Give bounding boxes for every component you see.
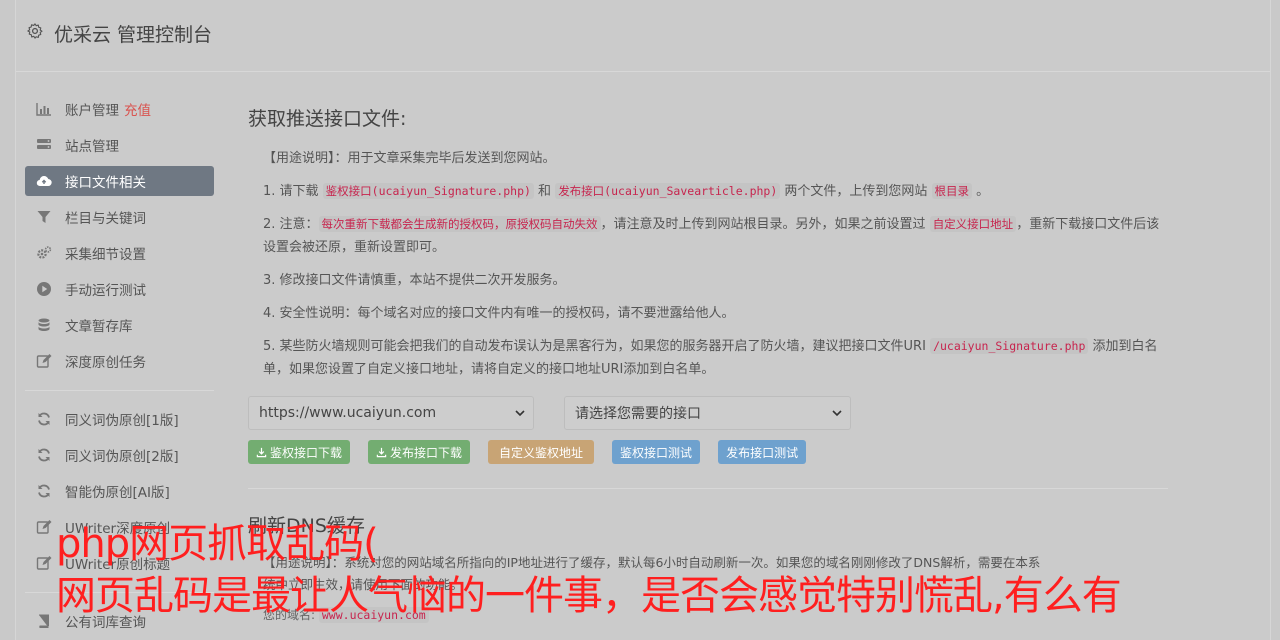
site-select[interactable]: https://www.ucaiyun.com	[248, 396, 534, 430]
custom-signature-url-button[interactable]: 自定义鉴权地址	[488, 440, 595, 464]
api-select-value: 请选择您需要的接口	[575, 406, 701, 422]
sidebar-item-synonym-v2[interactable]: 同义词伪原创[2版]	[25, 440, 214, 470]
server-icon	[37, 139, 51, 149]
cloud-upload-icon	[36, 176, 52, 187]
sidebar-item-label: 手动运行测试	[65, 283, 146, 299]
refresh-icon	[38, 448, 50, 462]
refresh-icon	[38, 484, 50, 498]
sidebar-item-account[interactable]: 账户管理 充值	[25, 94, 214, 124]
sidebar-item-label: 栏目与关键词	[65, 211, 146, 227]
test-signature-button[interactable]: 鉴权接口测试	[612, 440, 701, 464]
sidebar-item-label: 账户管理	[65, 103, 119, 119]
download-publish-button[interactable]: 发布接口下载	[368, 440, 471, 464]
edit-icon	[36, 556, 52, 570]
sidebar-item-manual-run[interactable]: 手动运行测试	[25, 274, 214, 304]
bar-chart-icon	[36, 103, 51, 116]
play-circle-icon	[37, 282, 51, 296]
sidebar-item-label: 同义词伪原创[2版]	[65, 449, 179, 465]
sidebar-item-article-store[interactable]: 文章暂存库	[25, 310, 214, 340]
api-select[interactable]: 请选择您需要的接口	[564, 396, 851, 430]
download-icon	[376, 447, 387, 457]
button-label: 发布接口下载	[390, 445, 463, 460]
instruction-4: 4. 安全性说明：每个域名对应的接口文件内有唯一的授权码，请不要泄露给他人。	[263, 306, 735, 321]
edit-icon	[36, 354, 52, 368]
sidebar-divider	[25, 390, 214, 391]
sidebar-item-label: 站点管理	[65, 139, 119, 155]
overlay-line-2: 网页乱码是最让人气恼的一件事，是否会感觉特别慌乱,有么有	[56, 573, 1122, 619]
chevron-down-icon	[832, 410, 842, 417]
button-label: 自定义鉴权地址	[499, 445, 584, 460]
select-row: https://www.ucaiyun.com 请选择您需要的接口	[248, 396, 1170, 430]
site-select-value: https://www.ucaiyun.com	[259, 405, 437, 421]
header: 优采云 管理控制台	[16, 0, 1270, 72]
sidebar-item-columns-keywords[interactable]: 栏目与关键词	[25, 202, 214, 232]
database-icon	[38, 318, 50, 331]
watermark-overlay-text: php网页抓取乱码( 网页乱码是最让人气恼的一件事，是否会感觉特别慌乱,有么有	[56, 518, 1122, 622]
sidebar-item-label: 智能伪原创[AI版]	[65, 485, 170, 501]
cogs-icon	[37, 246, 52, 259]
instruction-1: 1. 请下载 鉴权接口(ucaiyun_Signature.php) 和 发布接…	[263, 183, 990, 199]
usage-note: 【用途说明】：用于文章采集完毕后发送到您网站。	[263, 151, 556, 166]
gear-icon	[27, 23, 43, 39]
download-signature-button[interactable]: 鉴权接口下载	[248, 440, 351, 464]
overlay-line-1: php网页抓取乱码(	[56, 521, 379, 567]
download-icon	[256, 447, 267, 457]
sidebar-item-label: 采集细节设置	[65, 247, 146, 263]
instruction-5: 5. 某些防火墙规则可能会把我们的自动发布误认为是黑客行为，如果您的服务器开启了…	[263, 338, 1158, 377]
sidebar-item-api-files[interactable]: 接口文件相关	[25, 166, 214, 196]
edit-icon	[36, 520, 52, 534]
page-title: 优采云 管理控制台	[54, 24, 213, 46]
sidebar-item-label: 文章暂存库	[65, 319, 133, 335]
instruction-3: 3. 修改接口文件请慎重，本站不提供二次开发服务。	[263, 273, 566, 288]
sidebar-item-collect-settings[interactable]: 采集细节设置	[25, 238, 214, 268]
instruction-2: 2. 注意： 每次重新下载都会生成新的授权码，原授权码自动失效 ，请注意及时上传到网…	[263, 216, 1160, 255]
sidebar-item-label: 深度原创任务	[65, 355, 146, 371]
button-row: 鉴权接口下载 发布接口下载 自定义鉴权地址 鉴权接口测试 发布接口测试	[248, 440, 1170, 464]
section-divider	[248, 488, 1168, 489]
button-label: 鉴权接口下载	[270, 445, 343, 460]
section-title: 获取推送接口文件:	[248, 108, 407, 130]
sidebar-item-sites[interactable]: 站点管理	[25, 130, 214, 160]
recharge-link[interactable]: 充值	[124, 99, 151, 119]
book-icon	[39, 614, 49, 628]
sidebar-item-deep-original[interactable]: 深度原创任务	[25, 346, 214, 376]
test-publish-button[interactable]: 发布接口测试	[718, 440, 807, 464]
button-label: 鉴权接口测试	[620, 445, 693, 460]
button-label: 发布接口测试	[726, 445, 799, 460]
chevron-down-icon	[515, 410, 525, 417]
sidebar-item-ai-original[interactable]: 智能伪原创[AI版]	[25, 476, 214, 506]
refresh-icon	[38, 412, 50, 426]
sidebar-item-label: 同义词伪原创[1版]	[65, 413, 179, 429]
filter-icon	[37, 211, 51, 223]
sidebar-item-synonym-v1[interactable]: 同义词伪原创[1版]	[25, 404, 214, 434]
sidebar-item-label: 接口文件相关	[65, 175, 146, 191]
